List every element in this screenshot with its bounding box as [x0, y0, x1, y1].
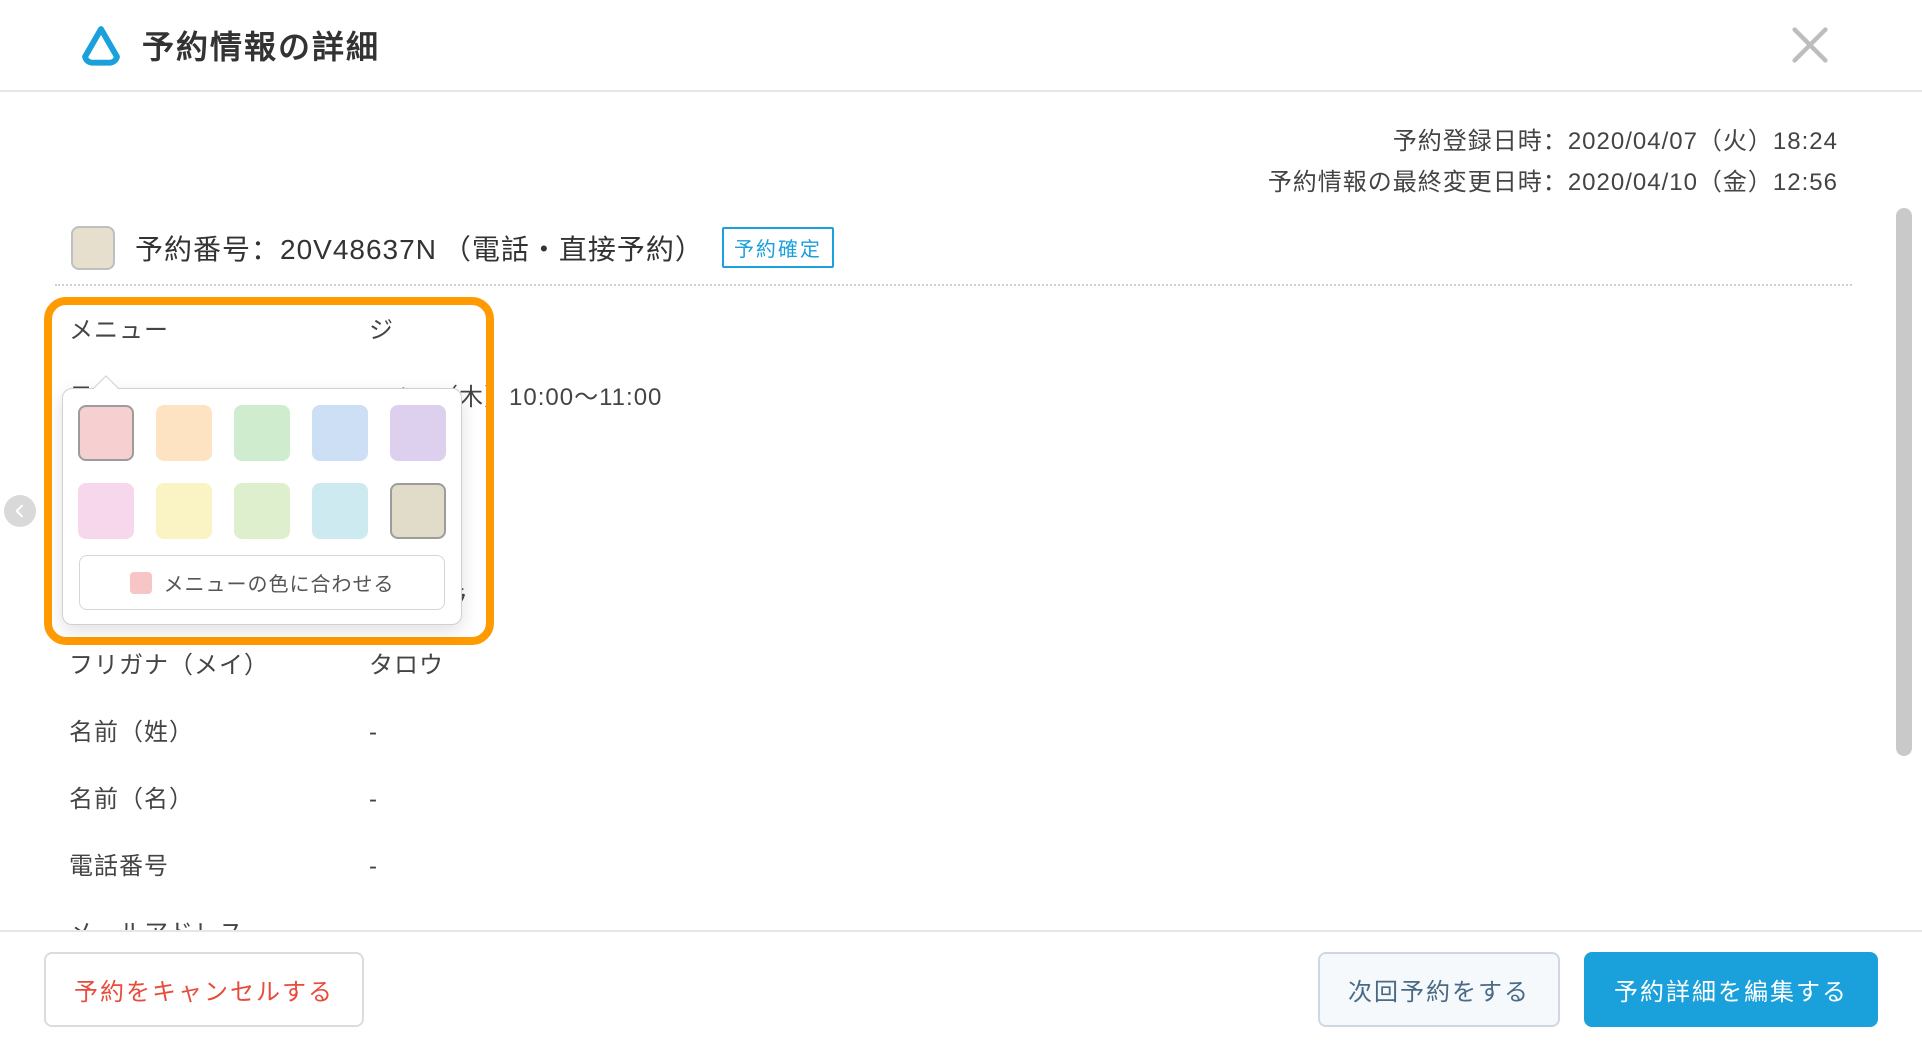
meta-dates: 予約登録日時：2020/04/07（火）18:24 予約情報の最終変更日時：20…: [55, 122, 1852, 204]
detail-label: フリガナ（メイ）: [69, 645, 369, 680]
updated-label: 予約情報の最終変更日時：: [1268, 169, 1568, 196]
detail-label: メニュー: [69, 310, 369, 345]
color-option[interactable]: [234, 405, 290, 461]
detail-value: -: [369, 920, 378, 930]
registered-label: 予約登録日時：: [1393, 128, 1568, 155]
modal-title: 予約情報の詳細: [142, 22, 380, 68]
color-option[interactable]: [390, 405, 446, 461]
close-icon[interactable]: [1788, 23, 1832, 67]
detail-row: 電話番号-: [69, 846, 1852, 881]
reservation-type: （電話・直接予約）: [443, 228, 704, 268]
mini-swatch-icon: [130, 572, 152, 594]
status-badge: 予約確定: [722, 227, 834, 268]
color-option[interactable]: [78, 405, 134, 461]
back-circle-button[interactable]: [4, 495, 36, 527]
detail-value: ジ: [369, 310, 394, 345]
detail-value: -: [369, 853, 378, 881]
color-option[interactable]: [78, 483, 134, 539]
registered-value: 2020/04/07（火）18:24: [1568, 128, 1838, 155]
color-option[interactable]: [156, 483, 212, 539]
detail-row: 名前（姓）-: [69, 712, 1852, 747]
scrollbar[interactable]: [1896, 208, 1912, 910]
brand-triangle-icon: [80, 24, 122, 66]
detail-label: 名前（名）: [69, 779, 369, 814]
detail-value: -: [369, 786, 378, 814]
color-option[interactable]: [390, 483, 446, 539]
detail-value: タロウ: [369, 645, 444, 680]
match-menu-color-button[interactable]: メニューの色に合わせる: [79, 555, 445, 610]
cancel-reservation-button[interactable]: 予約をキャンセルする: [44, 952, 364, 1027]
detail-label: メールアドレス: [69, 913, 369, 930]
modal-header: 予約情報の詳細: [0, 0, 1922, 92]
color-grid: [79, 405, 445, 539]
next-reservation-button[interactable]: 次回予約をする: [1318, 952, 1560, 1027]
color-swatch-trigger[interactable]: [71, 226, 115, 270]
color-option[interactable]: [312, 483, 368, 539]
updated-value: 2020/04/10（金）12:56: [1568, 169, 1838, 196]
modal-body: 予約登録日時：2020/04/07（火）18:24 予約情報の最終変更日時：20…: [0, 92, 1922, 930]
scrollbar-thumb[interactable]: [1896, 208, 1912, 756]
detail-row: メールアドレス-: [69, 913, 1852, 930]
reservation-header-row: 予約番号：20V48637N （電話・直接予約） 予約確定: [55, 218, 1852, 286]
color-option[interactable]: [234, 483, 290, 539]
reservation-detail-modal: 予約情報の詳細 予約登録日時：2020/04/07（火）18:24 予約情報の最…: [0, 0, 1922, 1047]
detail-row: メニュージ: [69, 310, 1852, 345]
modal-footer: 予約をキャンセルする 次回予約をする 予約詳細を編集する: [0, 930, 1922, 1047]
detail-row: フリガナ（メイ）タロウ: [69, 645, 1852, 680]
reservation-number: 予約番号：20V48637N: [135, 228, 437, 268]
detail-label: 名前（姓）: [69, 712, 369, 747]
match-menu-color-label: メニューの色に合わせる: [164, 568, 395, 597]
edit-reservation-button[interactable]: 予約詳細を編集する: [1584, 952, 1878, 1027]
color-option[interactable]: [156, 405, 212, 461]
color-picker-popover: メニューの色に合わせる: [62, 388, 462, 625]
color-option[interactable]: [312, 405, 368, 461]
detail-row: 名前（名）-: [69, 779, 1852, 814]
detail-value: -: [369, 719, 378, 747]
detail-label: 電話番号: [69, 846, 369, 881]
